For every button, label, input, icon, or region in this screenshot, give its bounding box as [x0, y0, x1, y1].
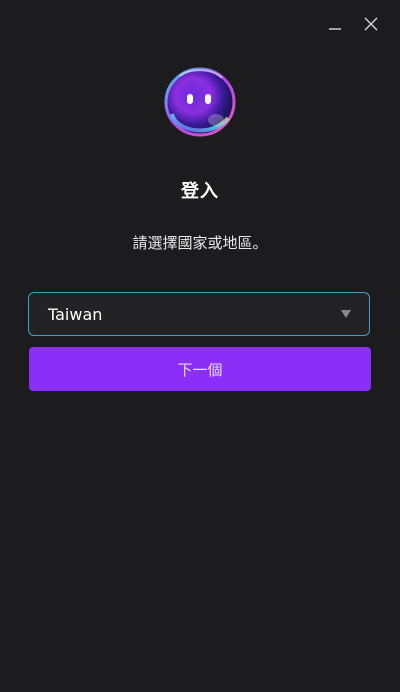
minimize-button[interactable] [323, 12, 347, 36]
login-window: 登入 請選擇國家或地區。 Taiwan 下一個 [0, 0, 400, 692]
country-selected-value: Taiwan [48, 304, 103, 324]
page-title: 登入 [181, 181, 219, 202]
caret-down-icon [341, 309, 351, 319]
close-icon [364, 17, 378, 31]
mascot-bubble-icon [164, 67, 236, 137]
app-logo [160, 62, 240, 142]
next-button[interactable]: 下一個 [29, 347, 371, 391]
country-select[interactable]: Taiwan [28, 292, 370, 336]
page-subtitle: 請選擇國家或地區。 [132, 234, 268, 252]
close-button[interactable] [359, 12, 383, 36]
minimize-icon [329, 28, 341, 30]
